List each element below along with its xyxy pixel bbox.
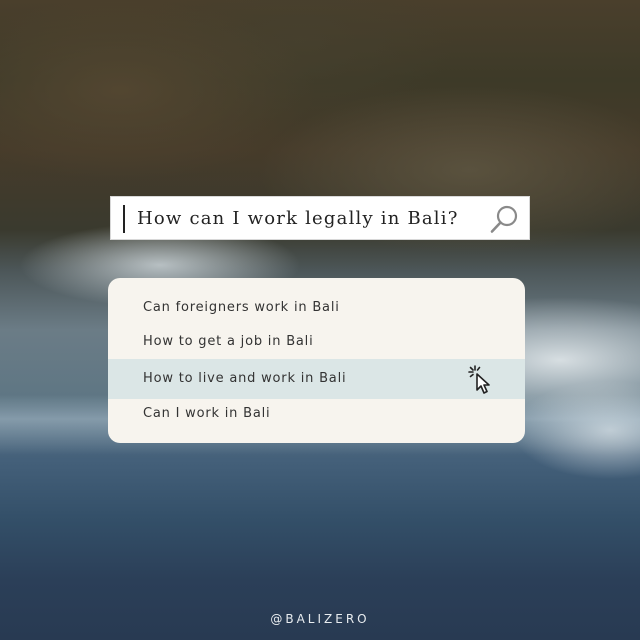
click-cursor-icon	[468, 365, 490, 394]
suggestion-label: How to get a job in Bali	[143, 334, 314, 349]
brand-handle: @BALIZERO	[270, 612, 370, 626]
suggestion-item[interactable]: How to get a job in Bali	[108, 324, 525, 360]
text-caret	[123, 205, 125, 233]
search-icon[interactable]	[489, 203, 521, 235]
suggestion-item-highlighted[interactable]: How to live and work in Bali	[108, 359, 525, 399]
search-input[interactable]: How can I work legally in Bali?	[137, 197, 459, 241]
suggestion-label: Can foreigners work in Bali	[143, 300, 340, 315]
suggestion-label: How to live and work in Bali	[143, 371, 347, 386]
suggestion-item[interactable]: Can foreigners work in Bali	[108, 290, 525, 326]
search-bar[interactable]: How can I work legally in Bali?	[110, 196, 530, 240]
suggestion-item[interactable]: Can I work in Bali	[108, 396, 525, 432]
suggestion-label: Can I work in Bali	[143, 406, 271, 421]
suggestion-dropdown: Can foreigners work in Bali How to get a…	[108, 278, 525, 443]
